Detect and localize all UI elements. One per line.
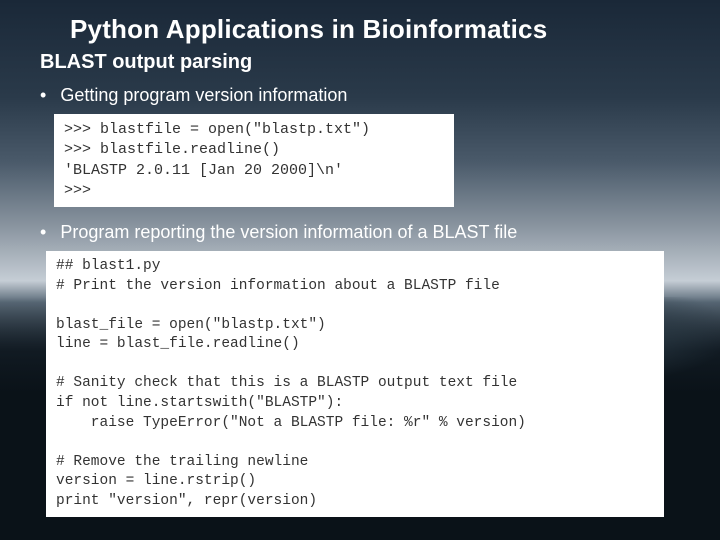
bullet-text: Getting program version information xyxy=(60,84,347,106)
code-block-interactive-session: >>> blastfile = open("blastp.txt") >>> b… xyxy=(54,114,454,207)
bullet-text: Program reporting the version informatio… xyxy=(60,221,517,243)
bullet-icon: • xyxy=(40,84,46,106)
slide-title: Python Applications in Bioinformatics xyxy=(40,14,680,45)
slide-subtitle: BLAST output parsing xyxy=(40,51,680,74)
bullet-item: • Program reporting the version informat… xyxy=(40,221,680,243)
bullet-icon: • xyxy=(40,221,46,243)
bullet-item: • Getting program version information xyxy=(40,84,680,106)
code-block-program: ## blast1.py # Print the version informa… xyxy=(46,251,664,517)
slide: Python Applications in Bioinformatics BL… xyxy=(0,0,720,540)
